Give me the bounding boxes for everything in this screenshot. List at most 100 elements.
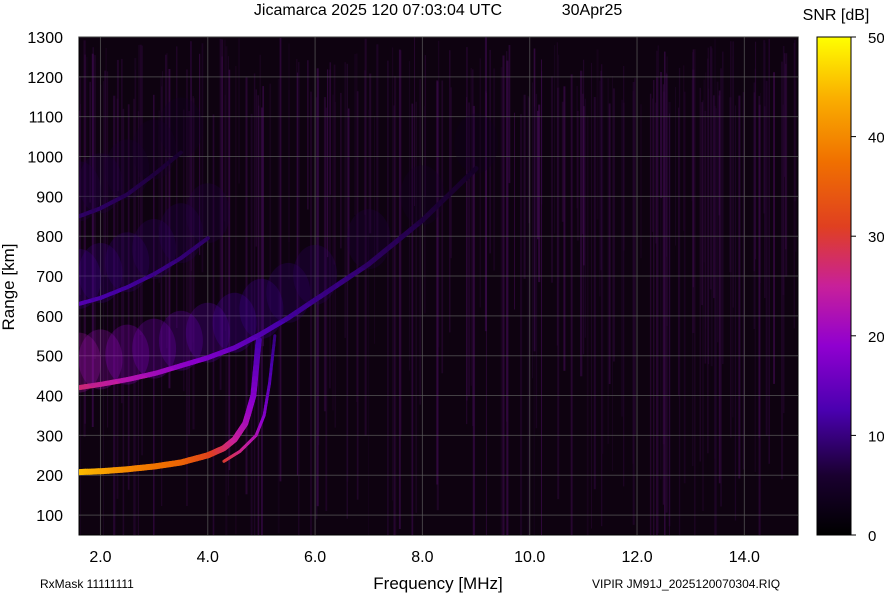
noise-streak: [707, 47, 709, 348]
y-tick-label: 800: [36, 229, 63, 246]
noise-streak: [502, 55, 505, 535]
noise-streak: [692, 49, 694, 288]
echo-trace-3-spread: [293, 244, 338, 305]
noise-streak: [596, 49, 599, 220]
x-tick-label: 4.0: [197, 549, 219, 566]
noise-streak: [611, 76, 613, 472]
x-tick-label: 8.0: [411, 549, 433, 566]
colorbar-tick-label: 50: [868, 30, 884, 47]
noise-streak: [520, 114, 523, 535]
y-axis-ticks: 100 200 300 400 500 600 700 800 900 1000 1100 1200 1…: [27, 30, 63, 525]
colorbar-tick-label: 30: [868, 229, 884, 246]
noise-streak: [710, 48, 713, 367]
noise-streak: [591, 62, 592, 529]
noise-streak: [484, 37, 487, 332]
ionogram-chart: Jicamarca 2025 120 07:03:04 UTC 30Apr25 …: [0, 2, 884, 593]
noise-streak: [576, 110, 579, 241]
noise-streak: [441, 80, 444, 374]
x-tick-label: 12.0: [621, 549, 652, 566]
y-tick-label: 100: [36, 508, 63, 525]
y-tick-label: 1200: [27, 70, 63, 87]
noise-streak: [466, 47, 468, 401]
noise-streak: [354, 54, 356, 216]
noise-streak: [238, 38, 240, 184]
noise-streak: [523, 94, 526, 279]
colorbar: [816, 36, 852, 536]
colorbar-ticks: 0 10 20 30 40 50: [851, 30, 884, 545]
noise-streak: [608, 103, 611, 384]
noise-streak: [500, 67, 503, 535]
noise-streak: [570, 74, 573, 535]
noise-streak: [683, 91, 686, 484]
noise-streak: [533, 106, 535, 535]
noise-streak: [346, 109, 349, 482]
noise-streak: [344, 62, 346, 338]
noise-streak: [310, 91, 312, 535]
noise-streak: [755, 41, 757, 260]
y-tick-label: 600: [36, 309, 63, 326]
noise-streak: [327, 69, 329, 258]
echo-trace-1-segment: [255, 336, 262, 349]
chart-title: Jicamarca 2025 120 07:03:04 UTC: [254, 2, 502, 19]
x-axis-ticks: 2.0 4.0 6.0 8.0 10.0 12.0 14.0: [89, 549, 760, 566]
x-tick-label: 14.0: [729, 549, 760, 566]
file-name-text: VIPIR JM91J_2025120070304.RIQ: [592, 577, 780, 591]
noise-streak: [584, 98, 586, 338]
noise-streak: [556, 42, 558, 346]
noise-streak: [255, 89, 257, 247]
noise-streak: [558, 54, 560, 284]
noise-streak: [665, 72, 667, 257]
noise-streak: [356, 91, 359, 500]
noise-streak: [259, 54, 262, 423]
colorbar-label: SNR [dB]: [803, 7, 870, 24]
noise-streak: [722, 51, 724, 364]
noise-streak: [678, 107, 680, 396]
noise-streak: [332, 94, 334, 411]
noise-streak: [493, 68, 496, 271]
noise-streak: [782, 104, 785, 295]
noise-streak: [586, 115, 589, 535]
noise-streak: [765, 80, 768, 437]
noise-streak: [675, 87, 677, 246]
echo-trace-4-spread: [185, 183, 230, 244]
noise-streak: [368, 109, 370, 535]
noise-streak: [734, 105, 737, 521]
noise-streak: [795, 80, 797, 252]
colorbar-tick-label: 40: [868, 130, 884, 147]
noise-streak: [601, 77, 604, 454]
echo-trace-5-spread: [158, 97, 203, 158]
noise-streak: [764, 106, 766, 298]
noise-streak: [436, 80, 439, 485]
noise-streak: [514, 112, 515, 310]
noise-streak: [307, 60, 309, 210]
noise-streak: [535, 93, 538, 429]
noise-streak: [561, 101, 564, 222]
noise-streak: [541, 59, 542, 535]
noise-streak: [732, 56, 734, 418]
noise-streak: [701, 102, 703, 306]
noise-streak: [694, 49, 696, 535]
noise-streak: [649, 93, 652, 535]
x-tick-label: 2.0: [89, 549, 111, 566]
noise-streak: [532, 82, 533, 379]
chart-date: 30Apr25: [562, 2, 623, 19]
colorbar-tick-label: 0: [868, 528, 876, 545]
noise-streak: [449, 87, 452, 259]
echo-trace-3-spread: [454, 113, 499, 174]
noise-streak: [768, 39, 770, 464]
noise-streak: [660, 72, 662, 198]
noise-streak: [279, 37, 282, 482]
x-tick-label: 6.0: [304, 549, 326, 566]
noise-streak: [664, 51, 666, 535]
noise-streak: [753, 92, 755, 272]
echo-trace-3-spread: [400, 165, 445, 226]
noise-streak: [593, 97, 596, 490]
noise-streak: [394, 76, 397, 535]
echo-trace-2-segment: [272, 334, 277, 343]
noise-streak: [188, 111, 190, 435]
noise-streak: [228, 69, 231, 471]
noise-streak: [622, 102, 625, 251]
noise-streak: [245, 77, 248, 495]
noise-streak: [599, 80, 601, 297]
noise-streak: [582, 93, 584, 235]
